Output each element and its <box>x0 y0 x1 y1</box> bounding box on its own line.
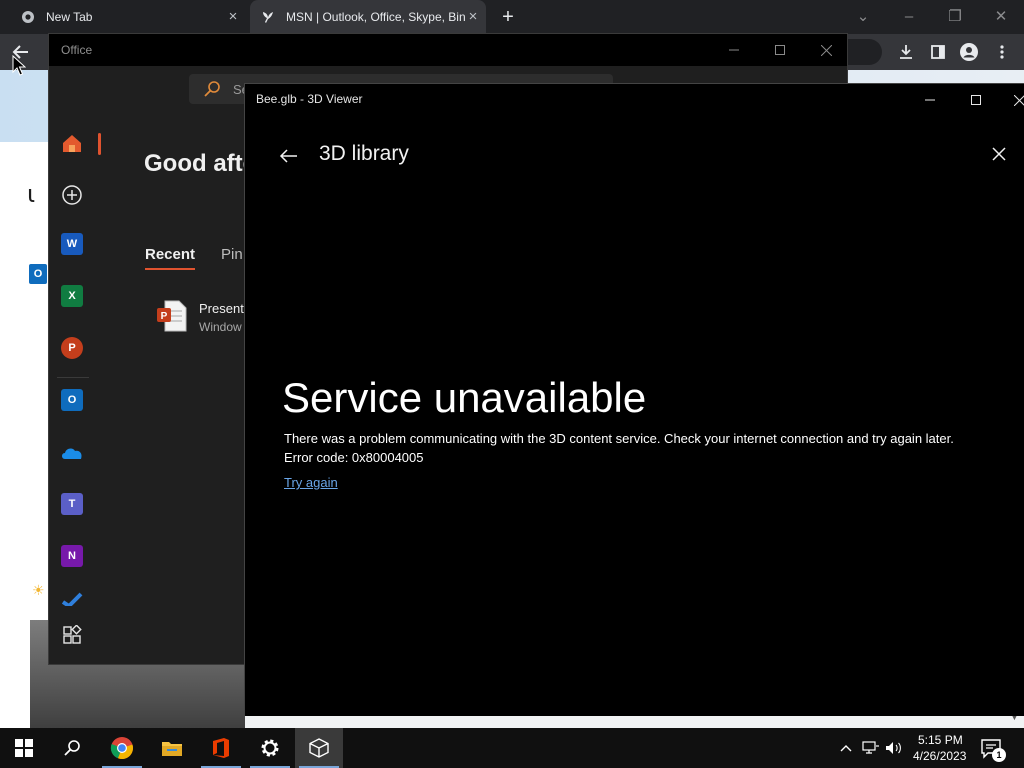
powerpoint-icon[interactable]: P <box>59 335 85 361</box>
profile-avatar-icon[interactable] <box>958 41 980 63</box>
network-icon[interactable] <box>862 740 880 756</box>
chrome-minimize-icon[interactable]: – <box>898 6 920 28</box>
3d-viewer-icon <box>309 738 329 758</box>
settings-icon <box>261 739 279 757</box>
library-heading: 3D library <box>319 142 409 165</box>
tab-msn[interactable]: MSN | Outlook, Office, Skype, Bing × <box>250 0 486 34</box>
chrome-tab-strip: New Tab × MSN | Outlook, Office, Skype, … <box>0 0 1024 34</box>
onenote-icon[interactable]: N <box>59 543 85 569</box>
taskbar-file-explorer[interactable] <box>148 728 196 768</box>
taskbar-office[interactable] <box>197 728 245 768</box>
file-explorer-icon <box>162 742 182 756</box>
office-minimize-icon[interactable] <box>711 34 757 66</box>
weather-sun-icon: ☀ <box>32 582 45 598</box>
taskbar-3d-viewer[interactable] <box>295 728 343 768</box>
office-icon <box>213 738 229 758</box>
tab-new-tab[interactable]: New Tab × <box>12 0 246 34</box>
tab-close-icon[interactable]: × <box>466 9 480 24</box>
search-icon <box>204 81 220 97</box>
viewer-maximize-icon[interactable] <box>953 84 999 116</box>
taskbar-settings[interactable] <box>246 728 294 768</box>
onedrive-icon[interactable] <box>59 439 85 465</box>
windows-logo-icon <box>15 739 33 757</box>
chrome-restore-icon[interactable]: ❐ <box>944 6 966 28</box>
create-icon[interactable] <box>59 182 85 208</box>
chrome-close-icon[interactable]: ✕ <box>990 6 1012 28</box>
chrome-icon <box>110 737 133 760</box>
3d-viewer-titlebar: Bee.glb - 3D Viewer <box>245 84 1024 115</box>
3d-viewer-window-title: Bee.glb - 3D Viewer <box>256 92 363 106</box>
powerpoint-file-icon[interactable]: P <box>157 300 187 332</box>
msn-outlook-icon[interactable]: O <box>29 264 47 284</box>
tab-search-chevron-icon[interactable]: ⌄ <box>852 6 874 28</box>
office-greeting: Good afte <box>144 150 256 177</box>
clock-time[interactable]: 5:15 PM <box>918 733 963 747</box>
tab-close-icon[interactable]: × <box>226 9 240 24</box>
clock-date[interactable]: 4/26/2023 <box>913 749 966 763</box>
new-tab-button[interactable]: + <box>498 7 518 27</box>
office-maximize-icon[interactable] <box>757 34 803 66</box>
download-icon[interactable] <box>895 41 917 63</box>
mouse-cursor-icon <box>12 55 26 76</box>
chrome-address-bar[interactable] <box>846 39 882 65</box>
recent-file-name[interactable]: Present <box>199 301 244 316</box>
library-back-arrow-icon[interactable] <box>277 144 301 168</box>
word-icon[interactable]: W <box>59 231 85 257</box>
rail-divider <box>57 377 89 378</box>
tab-recent[interactable]: Recent <box>145 246 195 263</box>
tab-recent-underline <box>145 268 195 270</box>
office-window-title: Office <box>61 43 93 57</box>
apps-icon[interactable] <box>59 622 85 648</box>
viewer-close-icon[interactable] <box>997 84 1024 116</box>
library-close-icon[interactable] <box>989 144 1009 164</box>
todo-icon[interactable] <box>59 592 85 606</box>
taskbar-chrome[interactable] <box>98 728 146 768</box>
chrome-favicon-icon <box>20 9 36 25</box>
windows-taskbar: 5:15 PM 4/26/2023 1 <box>0 728 1024 768</box>
error-title: Service unavailable <box>282 374 647 421</box>
chrome-menu-icon[interactable] <box>991 41 1013 63</box>
notification-count-badge: 1 <box>992 748 1006 762</box>
office-titlebar: Office <box>49 34 847 66</box>
outlook-icon[interactable]: O <box>59 387 85 413</box>
tab-pinned[interactable]: Pin <box>221 246 243 263</box>
volume-icon[interactable] <box>885 740 903 756</box>
home-icon[interactable] <box>59 130 85 156</box>
msn-logo-icon: ꙇ <box>27 181 36 208</box>
search-icon <box>64 740 80 756</box>
excel-icon[interactable]: X <box>59 283 85 309</box>
tab-title: New Tab <box>46 10 93 24</box>
error-message: There was a problem communicating with t… <box>284 431 954 446</box>
side-panel-icon[interactable] <box>927 41 949 63</box>
tab-title: MSN | Outlook, Office, Skype, Bing <box>286 10 466 24</box>
try-again-link[interactable]: Try again <box>284 475 338 490</box>
error-code: Error code: 0x80004005 <box>284 450 424 465</box>
msn-butterfly-icon <box>260 9 276 25</box>
taskbar-search-button[interactable] <box>48 728 96 768</box>
3d-viewer-window: Bee.glb - 3D Viewer 3D library Service u… <box>244 83 1024 716</box>
rail-active-indicator <box>98 133 101 155</box>
teams-icon[interactable]: T <box>59 491 85 517</box>
svg-text:P: P <box>161 311 168 322</box>
recent-file-location: Window <box>199 320 242 334</box>
start-button[interactable] <box>0 728 48 768</box>
office-app-rail: W X P O T N <box>49 114 101 664</box>
tray-overflow-chevron-icon[interactable] <box>838 740 854 756</box>
office-close-icon[interactable] <box>803 34 849 66</box>
viewer-minimize-icon[interactable] <box>907 84 953 116</box>
